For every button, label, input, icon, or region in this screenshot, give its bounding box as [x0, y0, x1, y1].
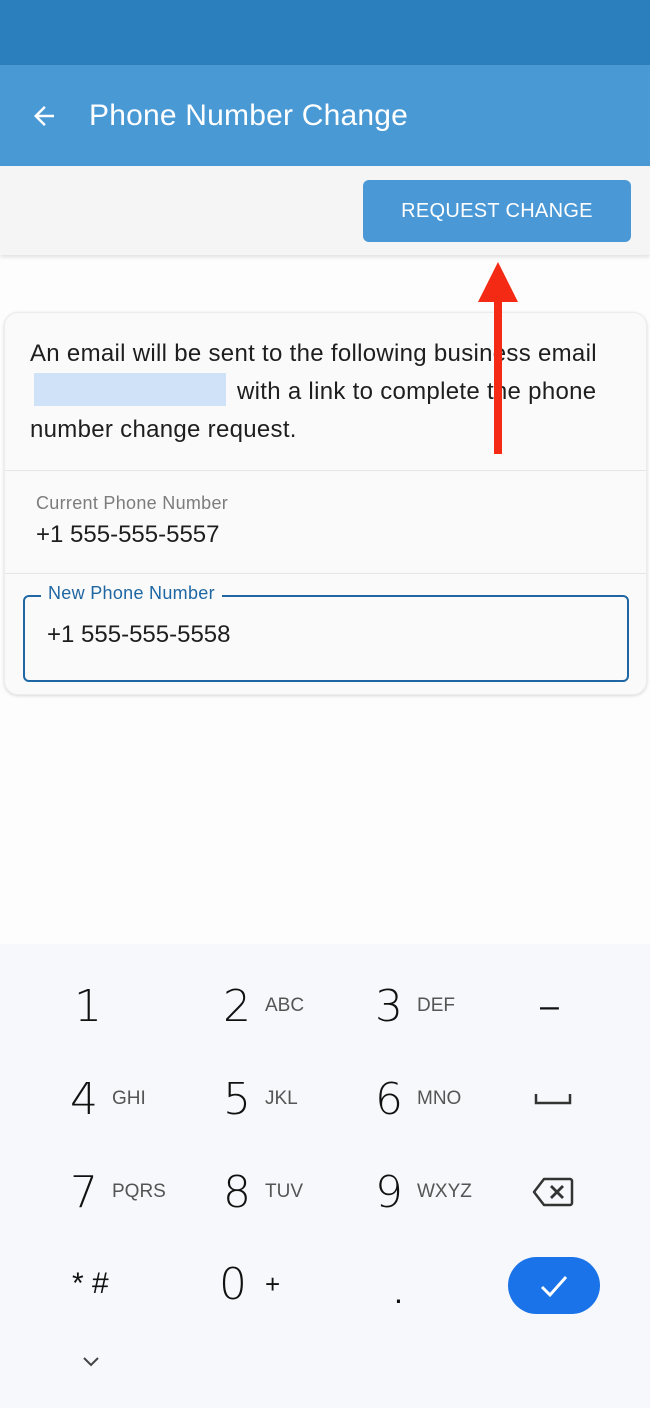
- key-3[interactable]: 3 DEF: [375, 966, 455, 1046]
- numeric-keyboard: 1 2 ABC 3 DEF – 4 GHI 5 JKL 6 MNO 7 PQRS…: [0, 944, 650, 1408]
- key-9[interactable]: 9 WXYZ: [375, 1152, 472, 1232]
- page-title: Phone Number Change: [89, 98, 409, 132]
- key-plus: +: [265, 1268, 281, 1299]
- key-letters: WXYZ: [417, 1181, 472, 1202]
- key-letters: GHI: [112, 1088, 146, 1109]
- key-7[interactable]: 7 PQRS: [70, 1152, 166, 1232]
- status-bar: [0, 0, 650, 65]
- done-button[interactable]: [508, 1257, 600, 1314]
- key-letters: PQRS: [112, 1181, 166, 1202]
- annotation-arrow: [478, 262, 518, 454]
- current-phone-label: Current Phone Number: [36, 493, 229, 513]
- key-star-hash[interactable]: * #: [72, 1244, 109, 1324]
- key-digit: 5: [223, 1073, 251, 1125]
- current-phone-value: +1 555-555-5557: [36, 521, 220, 548]
- arrow-shaft: [494, 300, 502, 454]
- divider: [5, 470, 646, 471]
- new-phone-field[interactable]: New Phone Number: [23, 583, 629, 682]
- key-4[interactable]: 4 GHI: [70, 1059, 146, 1139]
- key-5[interactable]: 5 JKL: [223, 1059, 298, 1139]
- key-digit: 8: [223, 1166, 251, 1218]
- new-phone-input[interactable]: [47, 621, 587, 649]
- chevron-down-icon[interactable]: [78, 1352, 104, 1372]
- key-digit: 4: [70, 1073, 98, 1125]
- request-change-button[interactable]: REQUEST CHANGE: [363, 180, 631, 242]
- key-digit: 7: [70, 1166, 98, 1218]
- key-letters: DEF: [417, 995, 455, 1016]
- key-backspace[interactable]: [532, 1152, 574, 1232]
- divider: [5, 573, 646, 574]
- backspace-icon: [532, 1177, 574, 1207]
- key-letters: TUV: [265, 1181, 303, 1202]
- arrow-head: [478, 262, 518, 302]
- key-letters: MNO: [417, 1088, 462, 1109]
- key-digit: 3: [375, 980, 403, 1032]
- key-digit: 6: [375, 1073, 403, 1125]
- phone-change-card: An email will be sent to the following b…: [4, 312, 647, 695]
- key-digit: 0: [219, 1258, 247, 1310]
- action-bar: REQUEST CHANGE: [0, 166, 650, 255]
- key-2[interactable]: 2 ABC: [223, 966, 304, 1046]
- back-button[interactable]: [14, 86, 74, 146]
- new-phone-label: New Phone Number: [41, 583, 222, 604]
- key-space[interactable]: [534, 1059, 572, 1139]
- key-letters: ABC: [265, 995, 305, 1016]
- key-period[interactable]: .: [394, 1244, 403, 1324]
- key-letters: JKL: [265, 1088, 298, 1109]
- key-6[interactable]: 6 MNO: [375, 1059, 461, 1139]
- check-icon: [540, 1275, 568, 1297]
- space-icon: [534, 1094, 572, 1105]
- dash-symbol: –: [540, 986, 559, 1025]
- key-digit: 1: [74, 980, 102, 1032]
- key-dash[interactable]: –: [540, 966, 559, 1046]
- key-digit: 9: [375, 1166, 403, 1218]
- star-hash-symbol: * #: [72, 1267, 109, 1300]
- arrow-left-icon: [34, 105, 54, 126]
- app-bar: Phone Number Change: [0, 65, 650, 166]
- key-8[interactable]: 8 TUV: [223, 1152, 303, 1232]
- key-digit: 2: [223, 980, 251, 1032]
- period-symbol: .: [394, 1273, 403, 1310]
- redacted-email: [34, 373, 226, 407]
- info-text: An email will be sent to the following b…: [30, 335, 630, 449]
- key-1[interactable]: 1: [74, 966, 102, 1046]
- key-0[interactable]: 0 +: [219, 1244, 280, 1324]
